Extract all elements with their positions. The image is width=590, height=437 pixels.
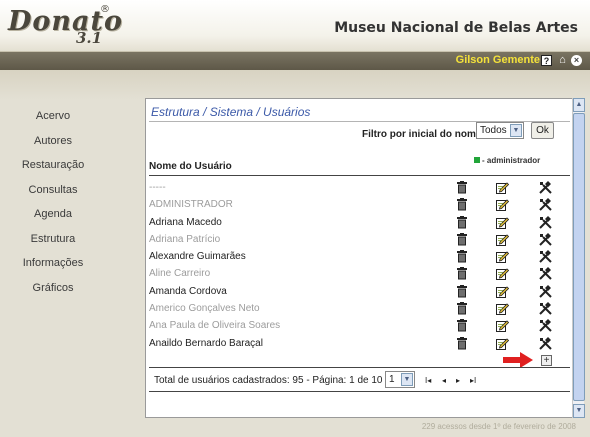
table-row: Aline Carreiro bbox=[146, 266, 570, 283]
trash-icon[interactable] bbox=[456, 267, 468, 280]
breadcrumb: Estrutura / Sistema / Usuários bbox=[151, 105, 311, 119]
page-select[interactable]: 1 ▼ bbox=[385, 371, 415, 388]
edit-icon[interactable] bbox=[496, 302, 510, 316]
scroll-up-icon[interactable]: ▲ bbox=[573, 98, 585, 112]
user-name[interactable]: Aline Carreiro bbox=[149, 268, 210, 279]
home-icon[interactable]: ⌂ bbox=[557, 55, 568, 66]
user-name[interactable]: Alexandre Guimarães bbox=[149, 251, 246, 262]
tools-icon[interactable] bbox=[539, 215, 552, 229]
next-page-icon[interactable]: ▸ bbox=[456, 376, 460, 385]
trash-icon[interactable] bbox=[456, 250, 468, 263]
scroll-down-icon[interactable]: ▼ bbox=[573, 404, 585, 418]
trash-icon[interactable] bbox=[456, 302, 468, 315]
divider bbox=[149, 367, 570, 368]
edit-icon[interactable] bbox=[496, 319, 510, 333]
last-page-icon[interactable]: ▸I bbox=[470, 376, 476, 385]
table-row: Amanda Cordova bbox=[146, 284, 570, 301]
divider bbox=[149, 175, 570, 176]
user-name[interactable]: ADMINISTRADOR bbox=[149, 199, 233, 210]
header-texture bbox=[0, 70, 590, 100]
filter-label: Filtro por inicial do nome: bbox=[362, 129, 485, 140]
sidebar-item-autores[interactable]: Autores bbox=[0, 133, 106, 158]
column-header-name: Nome do Usuário bbox=[149, 161, 232, 172]
edit-icon[interactable] bbox=[496, 233, 510, 246]
header: Donato 3.1 ® Museu Nacional de Belas Art… bbox=[0, 0, 590, 52]
sidebar-item-graficos[interactable]: Gráficos bbox=[0, 280, 106, 305]
divider bbox=[149, 391, 570, 392]
user-name[interactable]: Amanda Cordova bbox=[149, 286, 227, 297]
edit-icon[interactable] bbox=[496, 250, 510, 264]
filter-select[interactable]: Todos ▼ bbox=[476, 122, 524, 139]
sidebar-item-acervo[interactable]: Acervo bbox=[0, 108, 106, 133]
help-icon[interactable]: ? bbox=[541, 55, 552, 66]
first-page-icon[interactable]: I◂ bbox=[425, 376, 431, 385]
tools-icon[interactable] bbox=[539, 319, 552, 333]
sidebar-item-estrutura[interactable]: Estrutura bbox=[0, 231, 106, 256]
prev-page-icon[interactable]: ◂ bbox=[442, 376, 446, 385]
logo-version: 3.1 bbox=[76, 29, 103, 47]
table-row: Alexandre Guimarães bbox=[146, 249, 570, 266]
sidebar-item-informacoes[interactable]: Informações bbox=[0, 255, 106, 280]
ok-button[interactable]: Ok bbox=[531, 122, 554, 139]
edit-icon[interactable] bbox=[496, 337, 510, 350]
users-list: ----- ADMINISTRADOR Adriana Macedo Adriana … bbox=[146, 180, 570, 353]
sidebar-item-restauracao[interactable]: Restauração bbox=[0, 157, 106, 182]
trash-icon[interactable] bbox=[456, 215, 468, 229]
table-row: ----- bbox=[146, 180, 570, 197]
top-bar: Gilson Gemente ? ⌂ × bbox=[0, 52, 590, 70]
trash-icon[interactable] bbox=[456, 336, 468, 350]
trash-icon[interactable] bbox=[456, 198, 468, 211]
trash-icon[interactable] bbox=[456, 181, 468, 194]
edit-icon[interactable] bbox=[496, 198, 510, 212]
add-user-button[interactable]: + bbox=[541, 355, 552, 366]
edit-icon[interactable] bbox=[496, 181, 510, 194]
trash-icon[interactable] bbox=[456, 232, 468, 246]
user-name[interactable]: Anaildo Bernardo Baraçal bbox=[149, 338, 263, 349]
tools-icon[interactable] bbox=[539, 181, 552, 194]
scroll-thumb[interactable] bbox=[573, 113, 585, 401]
logo-registered-mark: ® bbox=[100, 4, 110, 15]
user-name[interactable]: Adriana Patrício bbox=[149, 234, 220, 245]
edit-icon[interactable] bbox=[496, 285, 510, 298]
trash-icon[interactable] bbox=[456, 284, 468, 298]
table-row: Americo Gonçalves Neto bbox=[146, 301, 570, 318]
tools-icon[interactable] bbox=[539, 284, 552, 298]
logout-icon[interactable]: × bbox=[571, 55, 582, 66]
total-users-text: Total de usuários cadastrados: 95 - Pági… bbox=[154, 375, 383, 386]
user-name[interactable]: Ana Paula de Oliveira Soares bbox=[149, 320, 280, 331]
username[interactable]: Gilson Gemente bbox=[456, 54, 540, 66]
admin-legend-swatch bbox=[474, 157, 480, 163]
access-counter: 229 acessos desde 1º de fevereiro de 200… bbox=[421, 422, 576, 431]
museum-title: Museu Nacional de Belas Artes bbox=[334, 20, 578, 36]
tools-icon[interactable] bbox=[539, 302, 552, 315]
table-row: ADMINISTRADOR bbox=[146, 197, 570, 214]
legend: - administrador bbox=[474, 156, 540, 165]
page-select-value: 1 bbox=[389, 374, 395, 385]
user-name[interactable]: Americo Gonçalves Neto bbox=[149, 303, 260, 314]
chevron-down-icon: ▼ bbox=[510, 124, 522, 137]
tools-icon[interactable] bbox=[539, 198, 552, 212]
sidebar-item-consultas[interactable]: Consultas bbox=[0, 182, 106, 207]
vertical-scrollbar[interactable]: ▲ ▼ bbox=[572, 98, 585, 418]
table-row: Ana Paula de Oliveira Soares bbox=[146, 318, 570, 335]
table-row: Adriana Macedo bbox=[146, 215, 570, 232]
tools-icon[interactable] bbox=[539, 250, 552, 263]
users-panel: Estrutura / Sistema / Usuários Filtro po… bbox=[145, 98, 584, 418]
edit-icon[interactable] bbox=[496, 216, 510, 229]
filter-select-value: Todos bbox=[480, 125, 507, 136]
user-name[interactable]: ----- bbox=[149, 182, 166, 193]
tools-icon[interactable] bbox=[539, 232, 552, 246]
donato-logo: Donato 3.1 ® bbox=[8, 2, 122, 50]
sidebar-item-agenda[interactable]: Agenda bbox=[0, 206, 106, 231]
chevron-down-icon: ▼ bbox=[401, 373, 413, 386]
trash-icon[interactable] bbox=[456, 319, 468, 332]
table-row: Adriana Patrício bbox=[146, 232, 570, 249]
edit-icon[interactable] bbox=[496, 267, 510, 281]
tools-icon[interactable] bbox=[539, 267, 552, 281]
tools-icon[interactable] bbox=[539, 336, 552, 350]
legend-label: - administrador bbox=[482, 156, 541, 165]
sidebar: Acervo Autores Restauração Consultas Age… bbox=[0, 108, 106, 304]
user-name[interactable]: Adriana Macedo bbox=[149, 217, 222, 228]
